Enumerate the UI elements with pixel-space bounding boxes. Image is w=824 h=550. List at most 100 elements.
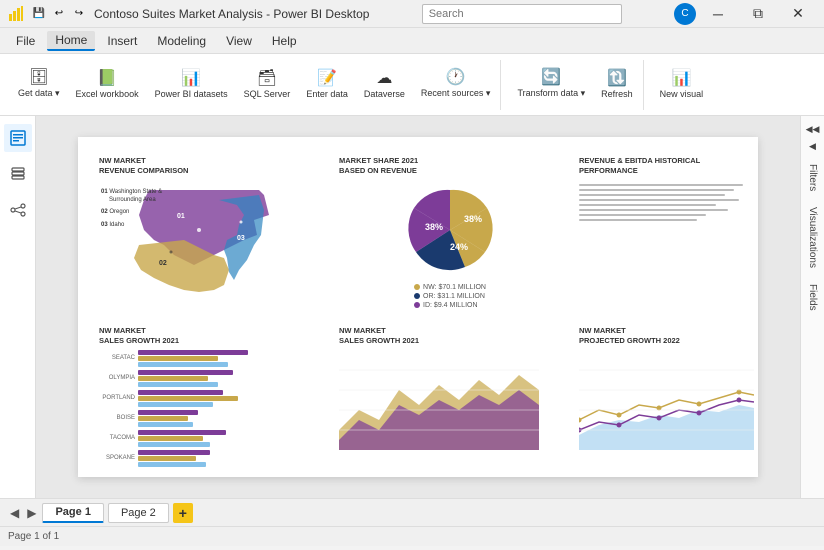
projected-growth-title: NW MARKET PROJECTED GROWTH 2022 [579, 326, 761, 346]
avatar: C [674, 3, 696, 25]
menu-bar: File Home Insert Modeling View Help [0, 28, 824, 54]
sales-growth-area-panel[interactable]: NW MARKET SALES GROWTH 2021 [330, 319, 570, 489]
new-visual-label: New visual [660, 89, 704, 99]
projected-growth-panel[interactable]: NW MARKET PROJECTED GROWTH 2022 [570, 319, 770, 489]
bar-label-1: SEATAC [99, 355, 135, 361]
bar-label-6: SPOKANE [99, 455, 135, 461]
revenue-ebitda-panel[interactable]: REVENUE & EBITDA HISTORICAL PERFORMANCE [570, 149, 770, 319]
svg-text:38%: 38% [464, 214, 482, 224]
menu-insert[interactable]: Insert [99, 32, 145, 50]
refresh-button[interactable]: 🔃 Refresh [595, 62, 639, 108]
left-sidebar [0, 116, 36, 498]
svg-text:38%: 38% [425, 222, 443, 232]
status-text: Page 1 of 1 [8, 531, 59, 542]
excel-icon: 📗 [97, 71, 117, 87]
new-visual-icon: 📊 [671, 71, 691, 87]
fields-panel-btn[interactable]: Fields [804, 276, 821, 319]
title-bar-left: 💾 ↩ ↪ Contoso Suites Market Analysis - P… [8, 5, 369, 23]
menu-file[interactable]: File [8, 32, 43, 50]
map-container: 01 02 03 01 Washington State & Surroundi… [99, 180, 299, 300]
enter-data-label: Enter data [306, 89, 348, 99]
enter-data-icon: 📝 [317, 71, 337, 87]
close-button[interactable]: ✕ [780, 0, 816, 28]
nw-market-revenue-title: NW MARKET REVENUE COMPARISON [99, 156, 321, 176]
collapse-panels-btn[interactable]: ◀◀ [804, 122, 822, 137]
save-button[interactable]: 💾 [30, 5, 48, 23]
minimize-button[interactable]: ─ [700, 0, 736, 28]
ribbon: 🗄 Get data ▾ 📗 Excel workbook 📊 Power BI… [0, 54, 824, 116]
sql-label: SQL Server [244, 89, 291, 99]
sales-growth-area-title: NW MARKET SALES GROWTH 2021 [339, 326, 561, 346]
sidebar-data-icon[interactable] [4, 160, 32, 188]
datasets-icon: 📊 [181, 71, 201, 87]
svg-text:01: 01 [177, 213, 185, 220]
market-share-panel[interactable]: MARKET SHARE 2021 BASED ON REVENUE [330, 149, 570, 319]
canvas-area[interactable]: NW MARKET REVENUE COMPARISON 01 02 03 [36, 116, 800, 498]
search-box-container[interactable] [422, 4, 622, 24]
ribbon-group-transform: 🔄 Transform data ▾ 🔃 Refresh [507, 60, 643, 110]
transform-data-button[interactable]: 🔄 Transform data ▾ [511, 62, 591, 108]
get-data-button[interactable]: 🗄 Get data ▾ [12, 62, 66, 108]
pie-container: 38% 24% 38% NW: $70.1 MILLION OR: $31.1 … [339, 180, 561, 311]
sales-growth-bar-panel[interactable]: NW MARKETSALES GROWTH 2021 SEATAC OLYMPI… [90, 319, 330, 489]
revenue-ebitda-title: REVENUE & EBITDA HISTORICAL PERFORMANCE [579, 156, 761, 176]
visualizations-panel-btn[interactable]: Visualizations [804, 199, 821, 276]
pie-legend: NW: $70.1 MILLION OR: $31.1 MILLION ID: … [414, 284, 486, 311]
recent-icon: 🕐 [446, 70, 466, 86]
bar-label-4: BOISE [99, 415, 135, 421]
restore-button[interactable]: ⧉ [740, 0, 776, 28]
legend-item-1: NW: $70.1 MILLION [423, 284, 486, 291]
sales-growth-chart [339, 350, 539, 450]
legend-item-2: OR: $31.1 MILLION [423, 293, 485, 300]
window-title: Contoso Suites Market Analysis - Power B… [94, 7, 369, 21]
sidebar-report-icon[interactable] [4, 124, 32, 152]
projected-growth-chart [579, 350, 754, 450]
page-prev-btn[interactable]: ◀ [8, 506, 21, 520]
hbar-chart: SEATAC OLYMPIA [99, 350, 321, 467]
status-bar: Page 1 of 1 [0, 526, 824, 546]
recent-label: Recent sources ▾ [421, 88, 491, 99]
menu-modeling[interactable]: Modeling [149, 32, 214, 50]
bar-label-5: TACOMA [99, 435, 135, 441]
svg-text:03: 03 [237, 235, 245, 242]
title-bar-right: C ─ ⧉ ✕ [674, 0, 816, 28]
sql-server-button[interactable]: 🗃 SQL Server [238, 62, 297, 108]
page-tab-2[interactable]: Page 2 [108, 503, 169, 523]
ribbon-group-visuals: 📊 New visual [650, 60, 714, 110]
get-data-label: Get data ▾ [18, 88, 60, 99]
filters-panel-btn[interactable]: Filters [804, 156, 821, 199]
menu-help[interactable]: Help [264, 32, 305, 50]
add-page-button[interactable]: + [173, 503, 193, 523]
page-next-btn[interactable]: ▶ [25, 506, 38, 520]
sales-growth-bar-title: NW MARKETSALES GROWTH 2021 [99, 326, 321, 346]
enter-data-button[interactable]: 📝 Enter data [300, 62, 354, 108]
bottom-bar: ◀ ▶ Page 1 Page 2 + [0, 498, 824, 526]
excel-workbook-button[interactable]: 📗 Excel workbook [70, 62, 145, 108]
right-sidebar: ◀◀ ◀ Filters Visualizations Fields [800, 116, 824, 498]
sidebar-model-icon[interactable] [4, 196, 32, 224]
revenue-lines [579, 184, 761, 221]
bar-label-2: OLYMPIA [99, 375, 135, 381]
page-tab-1[interactable]: Page 1 [42, 503, 103, 523]
dataverse-button[interactable]: ☁ Dataverse [358, 62, 411, 108]
sql-icon: 🗃 [257, 71, 277, 87]
legend-item-3: ID: $9.4 MILLION [423, 302, 477, 309]
redo-button[interactable]: ↪ [70, 5, 88, 23]
menu-home[interactable]: Home [47, 31, 95, 51]
new-visual-button[interactable]: 📊 New visual [654, 62, 710, 108]
refresh-label: Refresh [601, 89, 633, 99]
svg-text:24%: 24% [450, 242, 468, 252]
bar-label-3: PORTLAND [99, 395, 135, 401]
powerbi-datasets-button[interactable]: 📊 Power BI datasets [149, 62, 234, 108]
recent-sources-button[interactable]: 🕐 Recent sources ▾ [415, 62, 497, 108]
refresh-icon: 🔃 [607, 71, 627, 87]
menu-view[interactable]: View [218, 32, 260, 50]
search-input[interactable] [422, 4, 622, 24]
main-area: NW MARKET REVENUE COMPARISON 01 02 03 [0, 116, 824, 498]
collapse-btn[interactable]: ◀ [807, 139, 818, 154]
quick-access-toolbar: 💾 ↩ ↪ [30, 5, 88, 23]
nw-market-revenue-panel[interactable]: NW MARKET REVENUE COMPARISON 01 02 03 [90, 149, 330, 319]
dataverse-icon: ☁ [376, 71, 392, 87]
datasets-label: Power BI datasets [155, 89, 228, 99]
undo-button[interactable]: ↩ [50, 5, 68, 23]
